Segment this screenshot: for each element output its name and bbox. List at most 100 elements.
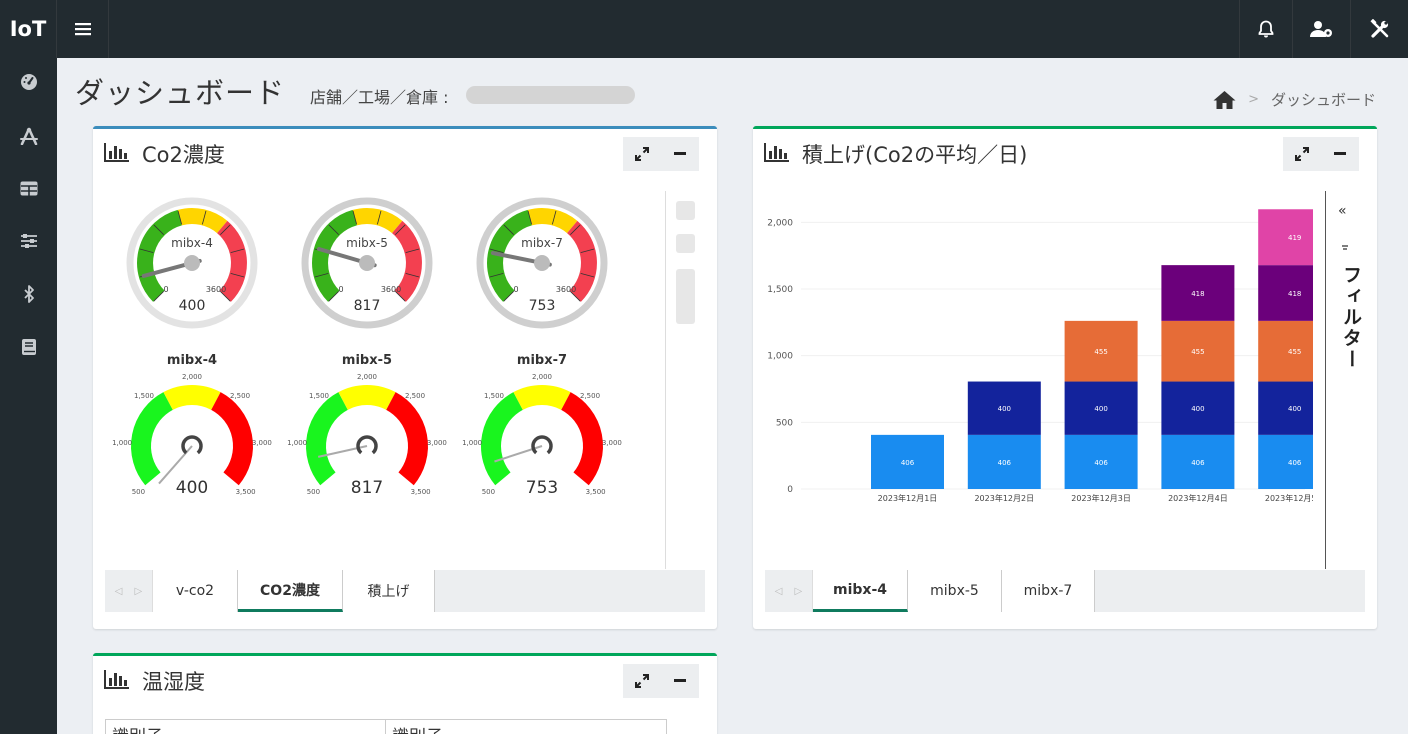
expand-icon [635,674,649,688]
co2-tabbar: ◁ ▷ v-co2 CO2濃度 積上げ [105,570,705,612]
filter-label[interactable]: フィルター [1338,265,1365,370]
sidebar-item-dashboard[interactable] [0,62,57,102]
book-icon [21,339,36,355]
gauge-band [560,392,603,486]
gauge-value: 400 [176,478,208,498]
sidebar-item-table[interactable] [0,168,57,208]
tab-mibx-4[interactable]: mibx-4 [813,570,908,612]
bar-data-label: 406 [1094,459,1108,467]
expand-button[interactable] [623,664,661,698]
bar-data-label: 400 [1288,405,1301,413]
bar-data-label: 400 [1191,405,1204,413]
gauge-value: 400 [179,298,206,314]
gauge-hub [359,255,375,271]
gauge-max-label: 3600 [206,285,226,294]
filter-lines-icon [1342,245,1348,250]
tab-mibx-5[interactable]: mibx-5 [908,570,1002,612]
co2-gauges: mibx-40 3600400mibx-50 3600817mibx-70 36007… [112,197,622,498]
user-settings-button[interactable] [1292,0,1350,58]
bar-segment [1258,265,1313,321]
gauge-tick-label: 1,500 [484,392,504,400]
y-tick-label: 1,500 [767,285,793,295]
minus-icon [1334,152,1346,155]
sidebar-item-settings[interactable] [0,221,57,261]
gauge-max-label: 3600 [381,285,401,294]
gauge-tick-label: 1,500 [309,392,329,400]
tab-scroll-arrows[interactable]: ◁ ▷ [765,570,813,612]
bar-segment [1258,434,1313,489]
menu-toggle-button[interactable] [57,0,109,58]
y-tick-label: 500 [776,418,793,428]
sidebar-item-bluetooth[interactable] [0,274,57,314]
gauge-name: mibx-7 [521,236,563,250]
gauge-tick-label: 2,500 [230,392,250,400]
gauge-icon [20,74,37,90]
gauge-tick-label: 1,000 [112,439,132,447]
gauge-hub [531,435,553,455]
filter-collapse-icon[interactable]: « [1338,203,1347,219]
tools-icon [1369,19,1388,38]
tab-co2-concentration[interactable]: CO2濃度 [238,570,343,612]
notifications-button[interactable] [1239,0,1292,58]
humidity-card-title: 温湿度 [142,670,205,694]
stacked-bar-chart: 0 500 1,000 1,500 2,000 406 2023年12月1日 406 400 20… [767,209,1313,503]
gauge-band [513,385,571,411]
top-bar: IoT [0,0,1408,58]
gauge-tick-label: 500 [482,488,495,496]
gauge-tick-label: 2,000 [532,373,552,381]
gauge-band [163,385,221,411]
collapse-button[interactable] [661,137,699,171]
store-selector[interactable] [466,86,635,104]
tab-mibx-7[interactable]: mibx-7 [1002,570,1095,612]
gauge-hub [184,255,200,271]
collapse-button[interactable] [661,664,699,698]
gauge-band [306,392,349,486]
bar-data-label: 455 [1191,348,1204,356]
gauge-max-label: 3600 [556,285,576,294]
gauge-name: mibx-4 [167,353,217,368]
bar-chart-icon [104,670,129,689]
gauge-tick-label: 1,500 [134,392,154,400]
home-icon[interactable] [1213,90,1236,110]
gauge-band [338,385,396,411]
gauge-hub [181,435,203,455]
gauge-name: mibx-5 [342,353,392,368]
table-icon [20,181,37,196]
bar-data-label: 400 [1094,405,1107,413]
gauge-name: mibx-7 [517,353,567,368]
y-tick-label: 1,000 [767,352,793,362]
y-tick-label: 0 [787,485,793,495]
sidebar-item-design[interactable] [0,116,57,156]
tab-scroll-arrows[interactable]: ◁ ▷ [105,570,153,612]
stacked-card: 積上げ(Co2の平均／日) 0 500 1,000 1,500 2,000 406 2023… [753,126,1377,629]
expand-icon [635,147,649,161]
tools-button[interactable] [1350,0,1408,58]
tab-stacked[interactable]: 積上げ [343,570,435,612]
gauge-band [481,392,524,486]
panel-thumb-1[interactable] [676,201,695,220]
bar-data-label: 406 [1288,459,1302,467]
bar-data-label: 406 [901,459,915,467]
y-tick-label: 2,000 [767,218,793,228]
stacked-card-title: 積上げ(Co2の平均／日) [802,143,1028,167]
gauge-value: 753 [526,478,558,498]
bar-segment [1258,209,1313,266]
sidebar-item-book[interactable] [0,327,57,367]
gauge-band [385,392,428,486]
brand-logo[interactable]: IoT [0,0,57,58]
bar-data-label: 406 [1191,459,1205,467]
bar-chart-icon [104,143,129,162]
bluetooth-icon [23,285,34,303]
expand-button[interactable] [1283,137,1321,171]
panel-thumb-2[interactable] [676,234,695,253]
tab-v-co2[interactable]: v-co2 [153,570,238,612]
bar-data-label: 455 [1094,348,1107,356]
gauge-band [210,392,253,486]
panel-scrollbar[interactable] [676,269,695,324]
sidebar [0,58,57,734]
gauge-tick-label: 2,500 [405,392,425,400]
gauge-tick-label: 3,500 [411,488,431,496]
breadcrumb: > ダッシュボード [1213,89,1376,110]
expand-button[interactable] [623,137,661,171]
collapse-button[interactable] [1321,137,1359,171]
